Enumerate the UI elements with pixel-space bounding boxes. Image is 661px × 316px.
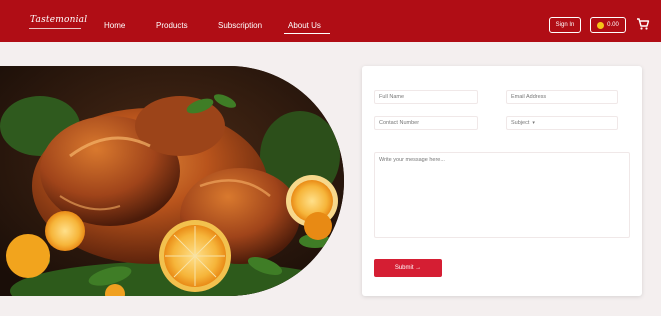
sign-in-label: Sign In <box>555 22 575 28</box>
coins-button[interactable]: 0.00 <box>590 17 626 33</box>
roast-chicken-illustration <box>0 66 344 296</box>
hero-food-image <box>0 66 344 296</box>
email-field[interactable]: Email Address <box>506 90 618 104</box>
nav-home[interactable]: Home <box>104 21 125 30</box>
chevron-down-icon: ▾ <box>532 120 535 126</box>
cart-icon[interactable] <box>636 17 650 31</box>
subject-label: Subject <box>511 120 530 126</box>
submit-button[interactable]: Submit → <box>374 259 442 277</box>
coin-balance: 0.00 <box>607 22 619 28</box>
full-name-placeholder: Full Name <box>379 94 405 100</box>
subject-select[interactable]: Subject ▾ <box>506 116 618 130</box>
contact-number-field[interactable]: Contact Number <box>374 116 478 130</box>
nav-products[interactable]: Products <box>156 21 188 30</box>
coin-icon <box>597 21 605 29</box>
contact-number-placeholder: Contact Number <box>379 120 420 126</box>
email-placeholder: Email Address <box>511 94 547 100</box>
logo-underline <box>29 28 81 29</box>
nav-subscription[interactable]: Subscription <box>218 21 262 30</box>
message-textarea[interactable]: Write your message here... <box>374 152 630 238</box>
brand-logo[interactable]: Tastemonial <box>30 15 87 25</box>
top-navbar: Tastemonial Home Products Subscription A… <box>0 0 661 42</box>
full-name-field[interactable]: Full Name <box>374 90 478 104</box>
nav-active-indicator <box>284 33 330 34</box>
contact-form-card: Full Name Email Address Contact Number S… <box>362 66 642 296</box>
nav-about-us[interactable]: About Us <box>288 21 321 30</box>
message-placeholder: Write your message here... <box>379 157 445 163</box>
submit-label: Submit → <box>394 265 422 271</box>
sign-in-button[interactable]: Sign In <box>549 17 581 33</box>
